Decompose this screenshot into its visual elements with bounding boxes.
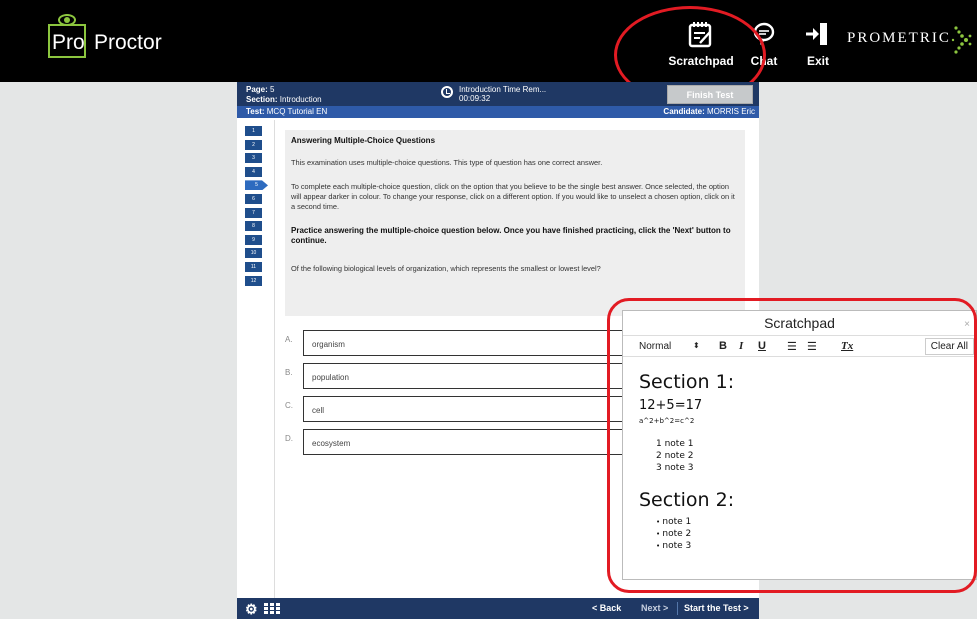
test-candidate-bar: Test: MCQ Tutorial EN Candidate: MORRIS … [237,106,759,118]
question-text: Of the following biological levels of or… [291,264,601,273]
exit-icon [806,23,827,45]
scratchpad-button[interactable]: Scratchpad [666,20,736,68]
timer-label: Introduction Time Rem... [459,85,547,94]
italic-button[interactable]: I [739,340,743,352]
underline-button[interactable]: U [758,340,766,352]
footer-divider [677,602,678,615]
option-b-button[interactable]: population [303,363,673,389]
page-value: 5 [270,85,275,94]
finish-test-button[interactable]: Finish Test [667,85,753,104]
scratchpad-title: Scratchpad [764,315,835,331]
option-letter: D. [285,434,293,443]
exit-button[interactable]: Exit [800,20,836,68]
logo-pro-text: Pro [52,31,85,54]
instructions-box: Answering Multiple-Choice Questions This… [285,130,745,316]
section-2-heading: Section 2: [639,489,735,511]
option-b: B. population [285,363,673,389]
option-letter: B. [285,368,293,377]
test-value: MCQ Tutorial EN [266,107,328,116]
bullet-item: note 3 [639,540,734,552]
exam-footer: ⚙ < Back Next > Start the Test > [237,598,759,619]
bullet-item: note 1 [639,516,734,528]
timer-value: 00:09:32 [459,94,491,103]
proproctor-logo: Pro Proctor [40,14,172,60]
numbered-item: 1 note 1 [656,439,694,449]
back-button[interactable]: < Back [592,603,621,613]
numbered-item: 2 note 2 [656,451,694,461]
notepad-icon [688,22,712,48]
option-letter: A. [285,335,293,344]
question-nav-item[interactable]: 6 [245,193,262,204]
chat-icon [753,22,775,45]
option-a: A. organism [285,330,673,356]
scratchpad-editor[interactable]: Section 1: 12+5=17 a^2+b^2=c^2 1 note 1 … [639,371,734,552]
logo-proctor-text: Proctor [94,31,162,54]
next-button[interactable]: Next > [641,603,668,613]
question-nav-item[interactable]: 7 [245,207,262,218]
prometric-logo-text: PROMETRIC [847,30,951,46]
bullet-item: note 2 [639,528,734,540]
candidate-value: MORRIS Eric [707,107,755,116]
section-value: Introduction [279,95,322,104]
question-nav-item[interactable]: 8 [245,221,262,232]
bold-button[interactable]: B [719,340,727,352]
scratchpad-label: Scratchpad [668,54,734,68]
section-1-heading: Section 1: [639,371,735,393]
option-d: D. ecosystem [285,429,673,455]
numbered-item: 3 note 3 [656,463,694,473]
gear-icon[interactable]: ⚙ [245,602,258,616]
bullet-list-icon[interactable]: ☰ [807,340,817,353]
section-label: Section: [246,95,278,104]
page-label: Page: [246,85,268,94]
option-c-button[interactable]: cell [303,396,673,422]
clock-icon [441,86,453,98]
instructions-paragraph-1: This examination uses multiple-choice qu… [291,158,603,167]
close-icon[interactable]: × [964,319,970,330]
question-nav-item[interactable]: 4 [245,166,262,177]
exam-info-bar: Page: 5 Section: Introduction Introducti… [237,82,759,106]
ordered-list-icon[interactable]: ☰ [787,340,797,353]
test-info: Test: MCQ Tutorial EN [246,107,327,116]
page-section-info: Page: 5 Section: Introduction [246,85,322,105]
question-nav-item[interactable]: 2 [245,139,262,150]
clear-all-button[interactable]: Clear All [924,338,974,355]
eye-icon [58,14,76,26]
prometric-mark-icon [951,26,972,54]
content-divider [274,120,275,598]
grid-icon[interactable] [264,603,280,614]
question-nav-item[interactable]: 9 [245,234,262,245]
start-test-button[interactable]: Start the Test > [684,603,749,613]
question-nav-item[interactable]: 1 [245,126,262,136]
time-remaining: Introduction Time Rem... 00:09:32 [459,85,546,103]
top-bar: Pro Proctor Scratchpad Chat Exit PROMETR… [0,0,977,82]
format-select[interactable]: Normal [639,341,671,352]
test-label: Test: [246,107,265,116]
option-c: C. cell [285,396,673,422]
question-nav-item[interactable]: 10 [245,248,262,259]
select-arrows-icon[interactable]: ⬍ [693,341,700,350]
instructions-title: Answering Multiple-Choice Questions [291,136,436,145]
question-navigator: 1 2 3 4 5 6 7 8 9 10 11 12 [245,126,268,289]
equation-small-line: a^2+b^2=c^2 [639,417,695,425]
exit-label: Exit [806,54,829,68]
candidate-label: Candidate: [663,107,705,116]
clear-format-icon[interactable]: Tx [841,340,853,352]
question-nav-item[interactable]: 5 [245,180,268,191]
question-nav-item[interactable]: 3 [245,153,262,164]
scratchpad-window: Scratchpad × Normal ⬍ B I U ☰ ☰ Tx Clear… [622,310,977,580]
instructions-paragraph-2: To complete each multiple-choice questio… [291,182,735,211]
scratchpad-toolbar: Normal ⬍ B I U ☰ ☰ Tx Clear All [623,335,976,357]
chat-button[interactable]: Chat [744,20,784,68]
question-nav-item[interactable]: 11 [245,261,262,272]
option-a-button[interactable]: organism [303,330,673,356]
candidate-info: Candidate: MORRIS Eric [663,107,755,116]
option-d-button[interactable]: ecosystem [303,429,673,455]
chat-label: Chat [750,54,778,68]
instructions-paragraph-3: Practice answering the multiple-choice q… [291,226,731,245]
equation-line: 12+5=17 [639,398,703,413]
option-letter: C. [285,401,293,410]
question-nav-item[interactable]: 12 [245,275,262,286]
